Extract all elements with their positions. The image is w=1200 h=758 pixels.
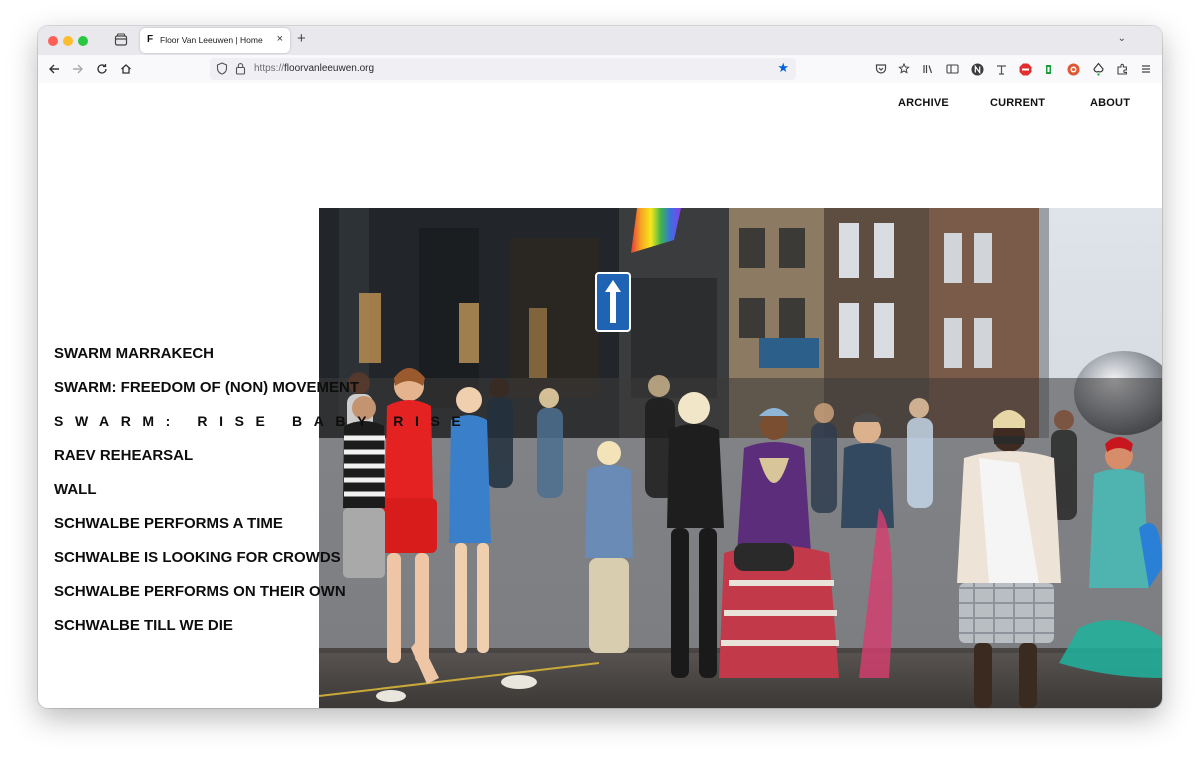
project-link[interactable]: RAEV REHEARSAL	[54, 447, 193, 464]
project-link[interactable]: SCHWALBE PERFORMS A TIME	[54, 515, 283, 532]
zoom-window-button[interactable]	[78, 36, 88, 46]
navigation-toolbar: https://floorvanleeuwen.org ★	[38, 55, 1162, 84]
nav-current[interactable]: CURRENT	[990, 97, 1045, 109]
forward-arrow-icon[interactable]	[70, 61, 86, 77]
favicon-icon: F	[147, 34, 154, 45]
reading-list-star-icon[interactable]	[896, 61, 912, 77]
back-arrow-icon[interactable]	[46, 61, 62, 77]
browser-window: F Floor Van Leeuwen | Home × + ⌄ https:/…	[38, 26, 1162, 708]
minimize-window-button[interactable]	[63, 36, 73, 46]
close-tab-icon[interactable]: ×	[277, 33, 283, 45]
project-link[interactable]: SCHWALBE IS LOOKING FOR CROWDS	[54, 549, 341, 566]
tracking-protection-shield-icon[interactable]	[216, 62, 228, 80]
library-icon[interactable]	[920, 61, 936, 77]
extension-green-icon[interactable]	[1041, 61, 1057, 77]
list-all-tabs-icon[interactable]: ⌄	[1118, 33, 1126, 44]
tab-bar: F Floor Van Leeuwen | Home × + ⌄	[38, 26, 1162, 55]
web-page: ARCHIVE CURRENT ABOUT SWARM MARRAKECH SW…	[38, 83, 1162, 708]
lock-icon[interactable]	[235, 62, 246, 80]
duckduckgo-icon[interactable]	[1065, 61, 1081, 77]
hamburger-menu-icon[interactable]	[1138, 61, 1154, 77]
address-bar[interactable]: https://floorvanleeuwen.org ★	[210, 58, 796, 80]
project-link-hovered[interactable]: SWARM: RISE BABY RISE	[54, 413, 472, 429]
bookmark-star-icon[interactable]: ★	[777, 60, 789, 76]
close-window-button[interactable]	[48, 36, 58, 46]
firefox-view-icon[interactable]	[114, 33, 128, 47]
home-icon[interactable]	[118, 61, 134, 77]
project-link[interactable]: SCHWALBE PERFORMS ON THEIR OWN	[54, 583, 346, 600]
project-link[interactable]: SCHWALBE TILL WE DIE	[54, 617, 233, 634]
project-link[interactable]: SWARM: FREEDOM OF (NON) MOVEMENT	[54, 379, 359, 396]
extensions-puzzle-icon[interactable]	[1114, 61, 1130, 77]
nav-about[interactable]: ABOUT	[1090, 97, 1130, 109]
extension-t-icon[interactable]	[993, 61, 1009, 77]
extension-n-icon[interactable]	[969, 61, 985, 77]
reload-icon[interactable]	[94, 61, 110, 77]
extension-spade-icon[interactable]	[1090, 61, 1106, 77]
hero-photo	[319, 208, 1162, 708]
project-link[interactable]: WALL	[54, 481, 97, 498]
url-text[interactable]: https://floorvanleeuwen.org	[254, 63, 374, 74]
sidebar-icon[interactable]	[944, 61, 960, 77]
tab-title: Floor Van Leeuwen | Home	[160, 35, 263, 45]
new-tab-button[interactable]: +	[297, 30, 306, 47]
tab-home[interactable]: F Floor Van Leeuwen | Home ×	[140, 28, 290, 53]
project-link[interactable]: SWARM MARRAKECH	[54, 345, 214, 362]
pocket-icon[interactable]	[873, 61, 889, 77]
adblock-icon[interactable]	[1017, 61, 1033, 77]
nav-archive[interactable]: ARCHIVE	[898, 97, 949, 109]
